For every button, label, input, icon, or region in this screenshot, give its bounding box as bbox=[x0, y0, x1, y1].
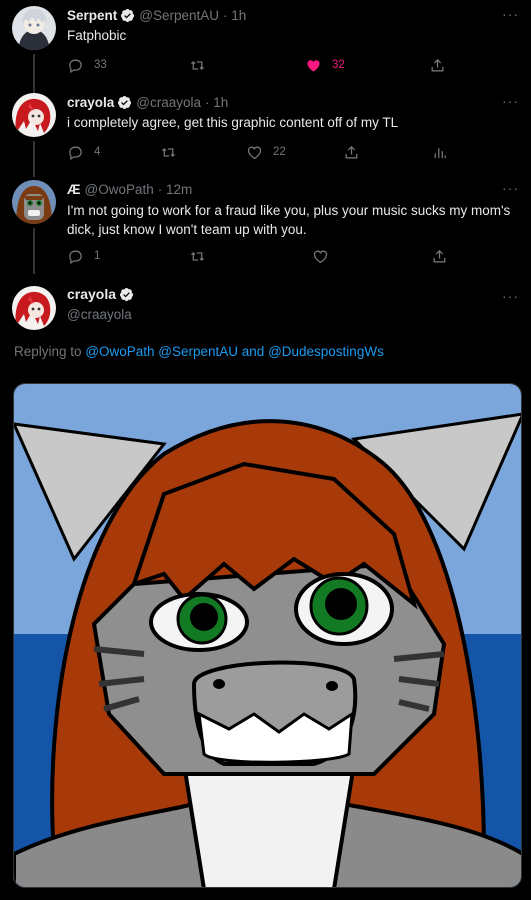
retweet-icon bbox=[191, 60, 204, 70]
handle[interactable]: @craayola bbox=[136, 95, 201, 110]
replying-prefix: Replying to bbox=[14, 344, 82, 359]
reply-count: 1 bbox=[94, 250, 101, 262]
tweet-header: Æ @OwoPath · 12m bbox=[67, 180, 192, 198]
fursona-drawing bbox=[14, 384, 521, 887]
reply-count: 33 bbox=[94, 59, 107, 71]
timestamp[interactable]: · 12m bbox=[158, 182, 193, 197]
like-icon bbox=[247, 146, 262, 159]
tweet-text-line: I'm not going to work for a fraud like y… bbox=[67, 203, 511, 218]
reply-icon bbox=[69, 59, 82, 73]
tweet-owopath[interactable]: Æ @OwoPath · 12m ··· I'm not going to wo… bbox=[0, 180, 531, 274]
analytics-button[interactable] bbox=[431, 142, 448, 162]
display-name[interactable]: Serpent bbox=[67, 8, 117, 23]
analytics-icon bbox=[434, 147, 446, 158]
avatar-crayola[interactable] bbox=[12, 286, 56, 330]
reply-button[interactable]: 4 bbox=[67, 142, 100, 162]
tweet-actions: 1 bbox=[67, 246, 467, 266]
share-icon bbox=[431, 58, 444, 71]
tweet-serpent[interactable]: Serpent @SerpentAU · 1h ··· Fatphobic 33… bbox=[0, 6, 531, 94]
reply-button[interactable]: 33 bbox=[67, 55, 107, 75]
handle[interactable]: @SerpentAU bbox=[139, 8, 219, 23]
verified-icon bbox=[119, 287, 134, 302]
share-icon bbox=[345, 145, 358, 158]
like-count: 22 bbox=[273, 146, 286, 158]
display-name[interactable]: crayola bbox=[67, 286, 116, 302]
share-button[interactable] bbox=[431, 246, 448, 266]
like-count: 32 bbox=[332, 59, 345, 71]
more-icon[interactable]: ··· bbox=[502, 180, 519, 196]
handle[interactable]: @OwoPath bbox=[85, 182, 154, 197]
share-button[interactable] bbox=[343, 142, 360, 162]
verified-icon bbox=[117, 95, 132, 110]
like-button[interactable] bbox=[312, 246, 329, 266]
more-icon[interactable]: ··· bbox=[502, 93, 519, 109]
thread-line bbox=[33, 54, 35, 94]
retweet-button[interactable] bbox=[189, 246, 206, 266]
display-name[interactable]: Æ bbox=[67, 182, 81, 197]
share-button[interactable] bbox=[429, 55, 446, 75]
tweet-header: Serpent @SerpentAU · 1h bbox=[67, 6, 246, 24]
tweet-actions: 33 32 bbox=[67, 55, 467, 75]
attached-image[interactable] bbox=[13, 383, 522, 888]
more-icon[interactable]: ··· bbox=[502, 6, 519, 22]
like-icon bbox=[313, 250, 328, 263]
tweet-actions: 4 22 bbox=[67, 142, 467, 162]
retweet-icon bbox=[191, 251, 204, 261]
avatar-crayola[interactable] bbox=[12, 93, 56, 137]
reply-icon bbox=[69, 250, 82, 264]
replying-to-links[interactable]: @OwoPath @SerpentAU and @DudespostingWs bbox=[85, 344, 384, 359]
like-button[interactable]: 22 bbox=[246, 142, 286, 162]
tweet-crayola[interactable]: crayola @craayola · 1h ··· i completely … bbox=[0, 93, 531, 177]
avatar-owopath[interactable] bbox=[12, 180, 56, 224]
tweet-text-line: dick, just know I won't team up with you… bbox=[67, 222, 307, 237]
timestamp[interactable]: · 1h bbox=[223, 8, 246, 23]
share-icon bbox=[433, 249, 446, 262]
tweet-text: i completely agree, get this graphic con… bbox=[67, 115, 399, 130]
reply-button[interactable]: 1 bbox=[67, 246, 100, 266]
display-name[interactable]: crayola bbox=[67, 95, 114, 110]
retweet-button[interactable] bbox=[189, 55, 206, 75]
avatar-serpent[interactable] bbox=[12, 6, 56, 50]
like-icon bbox=[307, 59, 320, 72]
focus-name-row: crayola bbox=[67, 286, 134, 302]
retweet-button[interactable] bbox=[160, 142, 177, 162]
thread-line bbox=[33, 228, 35, 274]
tweet-text: I'm not going to work for a fraud like y… bbox=[67, 201, 510, 239]
more-icon[interactable]: ··· bbox=[502, 288, 519, 304]
focus-tweet: crayola @craayola ··· bbox=[0, 286, 531, 336]
tweet-text: Fatphobic bbox=[67, 28, 127, 43]
tweet-header: crayola @craayola · 1h bbox=[67, 93, 228, 111]
reply-count: 4 bbox=[94, 146, 101, 158]
retweet-icon bbox=[162, 147, 175, 157]
like-button[interactable]: 32 bbox=[305, 55, 345, 75]
reply-icon bbox=[69, 146, 82, 160]
handle[interactable]: @craayola bbox=[67, 307, 132, 322]
thread-line bbox=[33, 141, 35, 177]
replying-to: Replying to @OwoPath @SerpentAU and @Dud… bbox=[14, 344, 384, 359]
verified-icon bbox=[120, 8, 135, 23]
timestamp[interactable]: · 1h bbox=[205, 95, 228, 110]
